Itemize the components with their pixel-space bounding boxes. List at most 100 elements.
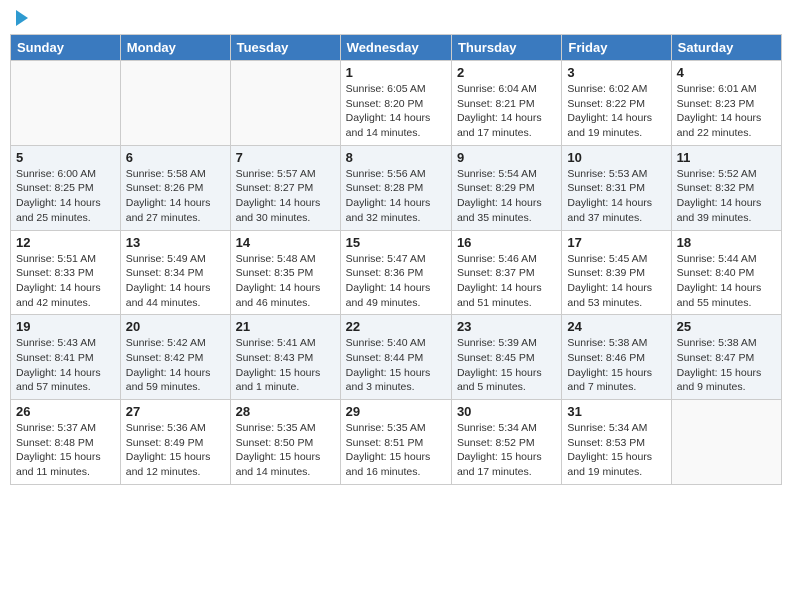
- day-number: 4: [677, 65, 776, 80]
- calendar-cell: 6Sunrise: 5:58 AMSunset: 8:26 PMDaylight…: [120, 145, 230, 230]
- day-info: Sunrise: 5:54 AMSunset: 8:29 PMDaylight:…: [457, 167, 556, 226]
- calendar-cell: 9 Sunrise: 5:54 AMSunset: 8:29 PMDaylight…: [451, 145, 561, 230]
- calendar-cell: 11 Sunrise: 5:52 AMSunset: 8:32 PMDayligh…: [671, 145, 781, 230]
- day-info: Sunrise: 5:43 AMSunset: 8:41 PMDaylight:…: [16, 336, 115, 395]
- day-info: Sunrise: 5:35 AMSunset: 8:51 PMDaylight:…: [346, 421, 446, 480]
- calendar-week-row: 5 Sunrise: 6:00 AMSunset: 8:25 PMDaylight…: [11, 145, 782, 230]
- day-info: Sunrise: 5:45 AMSunset: 8:39 PMDaylight:…: [567, 252, 665, 311]
- day-number: 16: [457, 235, 556, 250]
- calendar-cell: [230, 61, 340, 146]
- day-info: Sunrise: 6:04 AMSunset: 8:21 PMDaylight:…: [457, 82, 556, 141]
- day-info: Sunrise: 5:34 AMSunset: 8:53 PMDaylight:…: [567, 421, 665, 480]
- day-number: 27: [126, 404, 225, 419]
- day-number: 14: [236, 235, 335, 250]
- day-number: 29: [346, 404, 446, 419]
- calendar-cell: 19 Sunrise: 5:43 AMSunset: 8:41 PMDayligh…: [11, 315, 121, 400]
- day-info: Sunrise: 6:00 AMSunset: 8:25 PMDaylight:…: [16, 167, 115, 226]
- day-info: Sunrise: 5:56 AMSunset: 8:28 PMDaylight:…: [346, 167, 446, 226]
- day-info: Sunrise: 5:40 AMSunset: 8:44 PMDaylight:…: [346, 336, 446, 395]
- calendar-week-row: 12Sunrise: 5:51 AMSunset: 8:33 PMDayligh…: [11, 230, 782, 315]
- calendar-header-row: SundayMondayTuesdayWednesdayThursdayFrid…: [11, 35, 782, 61]
- day-number: 28: [236, 404, 335, 419]
- day-info: Sunrise: 5:44 AMSunset: 8:40 PMDaylight:…: [677, 252, 776, 311]
- logo: [14, 10, 28, 26]
- day-number: 24: [567, 319, 665, 334]
- calendar-header-tuesday: Tuesday: [230, 35, 340, 61]
- calendar-cell: 20 Sunrise: 5:42 AMSunset: 8:42 PMDayligh…: [120, 315, 230, 400]
- day-number: 25: [677, 319, 776, 334]
- calendar-cell: 26 Sunrise: 5:37 AMSunset: 8:48 PMDayligh…: [11, 400, 121, 485]
- day-number: 18: [677, 235, 776, 250]
- calendar-cell: 5 Sunrise: 6:00 AMSunset: 8:25 PMDaylight…: [11, 145, 121, 230]
- day-number: 17: [567, 235, 665, 250]
- day-number: 10: [567, 150, 665, 165]
- day-info: Sunrise: 5:36 AMSunset: 8:49 PMDaylight:…: [126, 421, 225, 480]
- day-number: 20: [126, 319, 225, 334]
- calendar-cell: 12Sunrise: 5:51 AMSunset: 8:33 PMDayligh…: [11, 230, 121, 315]
- calendar-cell: 29 Sunrise: 5:35 AMSunset: 8:51 PMDayligh…: [340, 400, 451, 485]
- calendar-cell: 1 Sunrise: 6:05 AMSunset: 8:20 PMDaylight…: [340, 61, 451, 146]
- day-info: Sunrise: 5:42 AMSunset: 8:42 PMDaylight:…: [126, 336, 225, 395]
- day-number: 22: [346, 319, 446, 334]
- calendar-cell: 2 Sunrise: 6:04 AMSunset: 8:21 PMDaylight…: [451, 61, 561, 146]
- day-number: 15: [346, 235, 446, 250]
- page-header: [10, 10, 782, 26]
- calendar-cell: 21 Sunrise: 5:41 AMSunset: 8:43 PMDayligh…: [230, 315, 340, 400]
- calendar-cell: 23 Sunrise: 5:39 AMSunset: 8:45 PMDayligh…: [451, 315, 561, 400]
- calendar-cell: 18 Sunrise: 5:44 AMSunset: 8:40 PMDayligh…: [671, 230, 781, 315]
- calendar-week-row: 19 Sunrise: 5:43 AMSunset: 8:41 PMDayligh…: [11, 315, 782, 400]
- calendar-week-row: 26 Sunrise: 5:37 AMSunset: 8:48 PMDayligh…: [11, 400, 782, 485]
- day-number: 3: [567, 65, 665, 80]
- calendar-cell: 14 Sunrise: 5:48 AMSunset: 8:35 PMDayligh…: [230, 230, 340, 315]
- calendar-header-saturday: Saturday: [671, 35, 781, 61]
- day-info: Sunrise: 5:35 AMSunset: 8:50 PMDaylight:…: [236, 421, 335, 480]
- calendar-cell: 3 Sunrise: 6:02 AMSunset: 8:22 PMDaylight…: [562, 61, 671, 146]
- day-info: Sunrise: 6:01 AMSunset: 8:23 PMDaylight:…: [677, 82, 776, 141]
- day-info: Sunrise: 6:02 AMSunset: 8:22 PMDaylight:…: [567, 82, 665, 141]
- calendar-body: 1 Sunrise: 6:05 AMSunset: 8:20 PMDaylight…: [11, 61, 782, 485]
- calendar-cell: 25 Sunrise: 5:38 AMSunset: 8:47 PMDayligh…: [671, 315, 781, 400]
- day-info: Sunrise: 5:48 AMSunset: 8:35 PMDaylight:…: [236, 252, 335, 311]
- calendar-header-monday: Monday: [120, 35, 230, 61]
- day-info: Sunrise: 6:05 AMSunset: 8:20 PMDaylight:…: [346, 82, 446, 141]
- day-number: 2: [457, 65, 556, 80]
- calendar-cell: 28 Sunrise: 5:35 AMSunset: 8:50 PMDayligh…: [230, 400, 340, 485]
- calendar-cell: 27 Sunrise: 5:36 AMSunset: 8:49 PMDayligh…: [120, 400, 230, 485]
- day-info: Sunrise: 5:51 AMSunset: 8:33 PMDaylight:…: [16, 252, 115, 311]
- day-number: 31: [567, 404, 665, 419]
- calendar-cell: 4 Sunrise: 6:01 AMSunset: 8:23 PMDaylight…: [671, 61, 781, 146]
- calendar-header-sunday: Sunday: [11, 35, 121, 61]
- day-info: Sunrise: 5:41 AMSunset: 8:43 PMDaylight:…: [236, 336, 335, 395]
- day-number: 23: [457, 319, 556, 334]
- day-number: 19: [16, 319, 115, 334]
- day-info: Sunrise: 5:38 AMSunset: 8:46 PMDaylight:…: [567, 336, 665, 395]
- day-info: Sunrise: 5:38 AMSunset: 8:47 PMDaylight:…: [677, 336, 776, 395]
- calendar-cell: 10 Sunrise: 5:53 AMSunset: 8:31 PMDayligh…: [562, 145, 671, 230]
- day-number: 9: [457, 150, 556, 165]
- calendar-cell: 16 Sunrise: 5:46 AMSunset: 8:37 PMDayligh…: [451, 230, 561, 315]
- day-info: Sunrise: 5:52 AMSunset: 8:32 PMDaylight:…: [677, 167, 776, 226]
- day-number: 7: [236, 150, 335, 165]
- calendar-cell: 24 Sunrise: 5:38 AMSunset: 8:46 PMDayligh…: [562, 315, 671, 400]
- logo-arrow-icon: [16, 10, 28, 26]
- day-info: Sunrise: 5:46 AMSunset: 8:37 PMDaylight:…: [457, 252, 556, 311]
- day-number: 21: [236, 319, 335, 334]
- day-number: 11: [677, 150, 776, 165]
- calendar-cell: 30 Sunrise: 5:34 AMSunset: 8:52 PMDayligh…: [451, 400, 561, 485]
- calendar-cell: 15Sunrise: 5:47 AMSunset: 8:36 PMDayligh…: [340, 230, 451, 315]
- day-info: Sunrise: 5:57 AMSunset: 8:27 PMDaylight:…: [236, 167, 335, 226]
- day-number: 30: [457, 404, 556, 419]
- calendar-cell: 31 Sunrise: 5:34 AMSunset: 8:53 PMDayligh…: [562, 400, 671, 485]
- day-number: 26: [16, 404, 115, 419]
- day-info: Sunrise: 5:37 AMSunset: 8:48 PMDaylight:…: [16, 421, 115, 480]
- calendar-cell: 7 Sunrise: 5:57 AMSunset: 8:27 PMDaylight…: [230, 145, 340, 230]
- day-info: Sunrise: 5:34 AMSunset: 8:52 PMDaylight:…: [457, 421, 556, 480]
- day-info: Sunrise: 5:53 AMSunset: 8:31 PMDaylight:…: [567, 167, 665, 226]
- day-number: 1: [346, 65, 446, 80]
- calendar-header-wednesday: Wednesday: [340, 35, 451, 61]
- day-number: 5: [16, 150, 115, 165]
- day-info: Sunrise: 5:39 AMSunset: 8:45 PMDaylight:…: [457, 336, 556, 395]
- day-number: 6: [126, 150, 225, 165]
- calendar-cell: 13Sunrise: 5:49 AMSunset: 8:34 PMDayligh…: [120, 230, 230, 315]
- calendar-table: SundayMondayTuesdayWednesdayThursdayFrid…: [10, 34, 782, 485]
